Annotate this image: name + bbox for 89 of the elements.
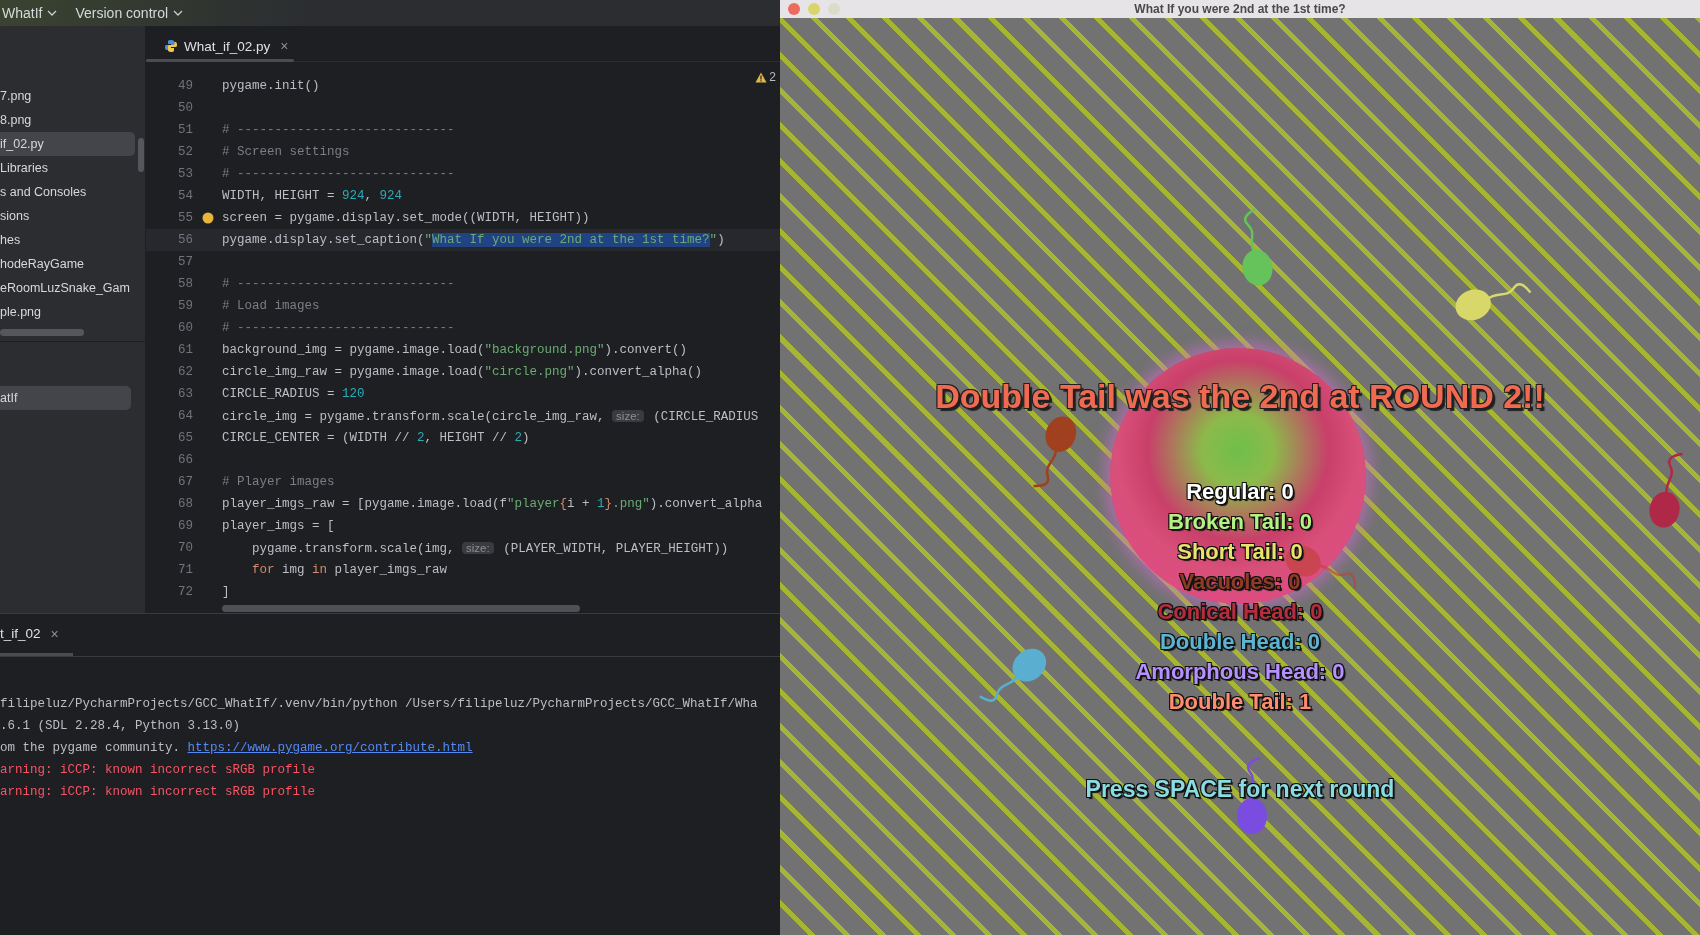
line-number: 69	[177, 518, 193, 535]
project-tree-item[interactable]: hes	[0, 228, 135, 252]
chevron-icon	[173, 10, 184, 16]
score-line: Double Tail: 1	[1168, 688, 1312, 716]
python-icon	[164, 39, 178, 53]
code-line: # -----------------------------	[222, 276, 455, 293]
code-line: pygame.init()	[222, 78, 320, 95]
line-number: 57	[177, 254, 193, 271]
line-number: 63	[177, 386, 193, 403]
chevron-icon	[47, 10, 58, 16]
line-number: 49	[177, 78, 193, 95]
close-button[interactable]: ×	[50, 625, 59, 642]
code-line: screen = pygame.display.set_mode((WIDTH, HEIGHT))	[222, 210, 590, 227]
menu-dropdown[interactable]: Version control	[73, 5, 186, 21]
code-line: # Player images	[222, 474, 335, 491]
minimize-window-button[interactable]	[808, 3, 820, 15]
code-line: for img in player_imgs_raw	[251, 562, 448, 579]
score-line: Short Tail: 0	[1177, 538, 1303, 566]
project-tree-item[interactable]: hodeRayGame	[0, 252, 135, 276]
file-tab[interactable]: What_if_02.py ×	[158, 34, 295, 58]
line-number: 65	[177, 430, 193, 447]
menu-dropdown[interactable]: WhatIf	[0, 5, 60, 21]
line-number: 64	[177, 408, 193, 425]
bulb-icon[interactable]	[202, 212, 214, 224]
line-number: 71	[177, 562, 193, 579]
warning-icon	[755, 71, 768, 83]
line-number: 50	[177, 100, 193, 117]
project-tree-item[interactable]: sions	[0, 204, 135, 228]
line-number: 54	[177, 188, 193, 205]
project-tree-item[interactable]: if_02.py	[0, 132, 135, 156]
code-line: circle_img = pygame.transform.scale(circle_img_raw, size: (CIRCLE_RADIUS	[222, 409, 759, 426]
project-tree-item[interactable]: s and Consoles	[0, 180, 135, 204]
line-number: 66	[177, 452, 193, 469]
code-line: WIDTH, HEIGHT = 924, 924	[222, 188, 403, 205]
line-number: 55	[177, 210, 193, 227]
line-number: 58	[177, 276, 193, 293]
line-number: 70	[177, 540, 193, 557]
scrollbar-thumb[interactable]	[0, 329, 84, 336]
code-line: background_img = pygame.image.load("background.png").convert()	[222, 342, 688, 359]
project-tree-item[interactable]: ple.png	[0, 300, 135, 324]
close-button[interactable]: ×	[280, 38, 289, 54]
zoom-window-button[interactable]	[828, 3, 840, 15]
code-line: CIRCLE_CENTER = (WIDTH // 2, HEIGHT // 2)	[222, 430, 530, 447]
code-line: # -----------------------------	[222, 122, 455, 139]
scrollbar-thumb[interactable]	[222, 604, 580, 612]
console-line: om the pygame community. https://www.pygame.org/contribute.html	[0, 740, 473, 757]
code-line: player_imgs_raw = [pygame.image.load(f"player{i + 1}.png").convert_alpha	[222, 496, 763, 513]
line-number: 51	[177, 122, 193, 139]
line-number: 56	[177, 232, 193, 249]
console-line: .6.1 (SDL 2.28.4, Python 3.13.0)	[0, 718, 241, 735]
line-number: 61	[177, 342, 193, 359]
line-number: 59	[177, 298, 193, 315]
code-line: pygame.transform.scale(img, size: (PLAYER_WIDTH, PLAYER_HEIGHT))	[251, 541, 729, 558]
score-line: Amorphous Head: 0	[1135, 658, 1345, 686]
tab-label: What_if_02.py	[184, 38, 271, 54]
code-line: ]	[222, 584, 230, 601]
line-number: 60	[177, 320, 193, 337]
project-tree-item[interactable]: eRoomLuzSnake_Gam	[0, 276, 135, 300]
code-line: # Load images	[222, 298, 320, 315]
code-line: pygame.display.set_caption("What If you were 2nd at the 1st time?")	[222, 232, 725, 249]
score-line: Broken Tail: 0	[1168, 508, 1312, 536]
line-number: 62	[177, 364, 193, 381]
console-link[interactable]: https://www.pygame.org/contribute.html	[187, 741, 473, 755]
line-number: 52	[177, 144, 193, 161]
console-line: arning: iCCP: known incorrect sRGB profile	[0, 784, 316, 801]
line-number: 72	[177, 584, 193, 601]
tab-label: t_if_02	[0, 626, 41, 641]
code-line: # -----------------------------	[222, 166, 455, 183]
code-line: circle_img_raw = pygame.image.load("circle.png").convert_alpha()	[222, 364, 703, 381]
scrollbar-thumb[interactable]	[138, 138, 144, 172]
code-line: # Screen settings	[222, 144, 350, 161]
code-line: CIRCLE_RADIUS = 120	[222, 386, 365, 403]
score-line: Vacuoles: 0	[1179, 568, 1301, 596]
score-line: Regular: 0	[1186, 478, 1294, 506]
console-line: filipeluz/PycharmProjects/GCC_WhatIf/.venv/bin/python /Users/filipeluz/PycharmProjects/GCC_WhatIf/Wha	[0, 696, 758, 713]
line-number: 53	[177, 166, 193, 183]
run-tab[interactable]: t_if_02 ×	[0, 614, 73, 656]
close-window-button[interactable]	[788, 3, 800, 15]
project-tree-item[interactable]: 7.png	[0, 84, 135, 108]
window-title: What If you were 2nd at the 1st time?	[1134, 2, 1346, 16]
code-line: player_imgs = [	[222, 518, 335, 535]
code-line: # -----------------------------	[222, 320, 455, 337]
structure-item[interactable]: atIf	[0, 386, 131, 410]
line-number: 68	[177, 496, 193, 513]
console-line: arning: iCCP: known incorrect sRGB profile	[0, 762, 316, 779]
project-tree-item[interactable]: Libraries	[0, 156, 135, 180]
line-number: 67	[177, 474, 193, 491]
project-tree-item[interactable]: 8.png	[0, 108, 135, 132]
warning-count[interactable]: 2	[769, 70, 776, 84]
